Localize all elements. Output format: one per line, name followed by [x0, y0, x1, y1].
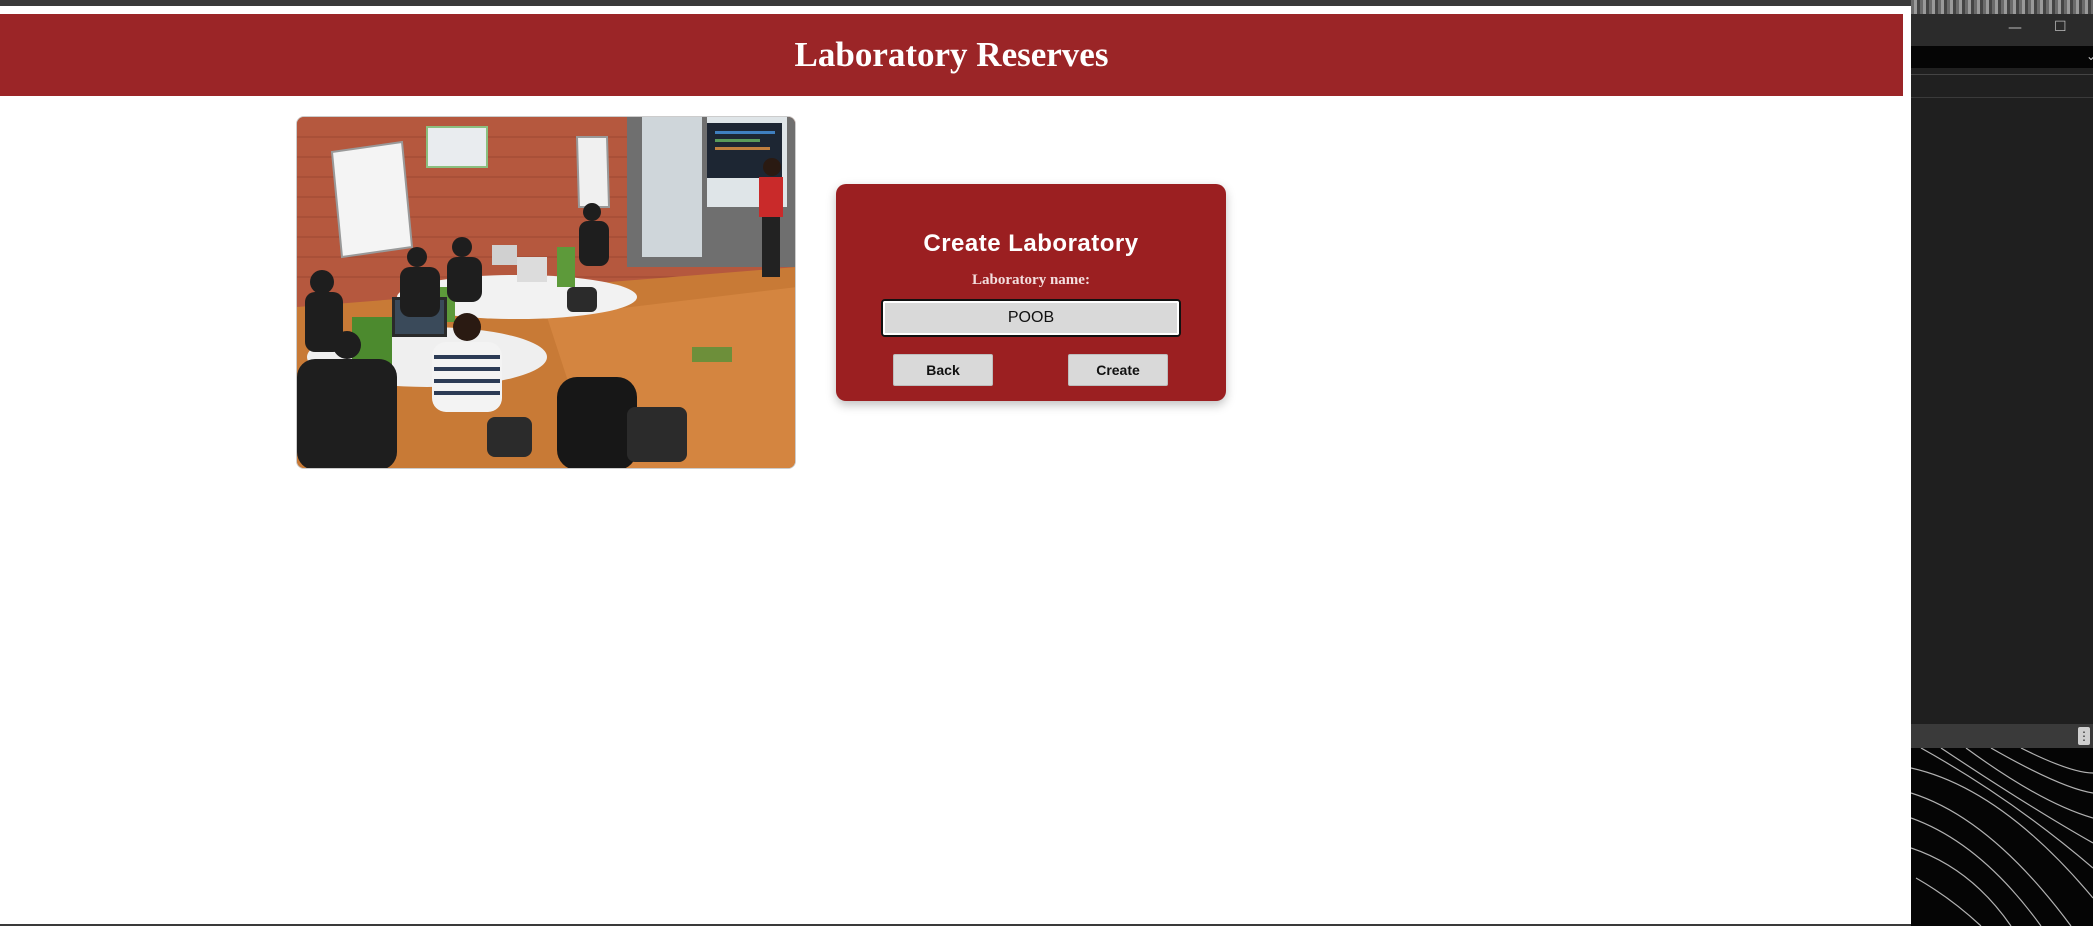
desktop-wallpaper — [1911, 748, 2093, 926]
classroom-photo — [296, 116, 796, 469]
form-title: Create Laboratory — [923, 230, 1139, 257]
site-header: Laboratory Reserves — [0, 14, 1903, 96]
back-button[interactable]: Back — [893, 354, 993, 386]
more-options-icon[interactable]: ⋮ — [2078, 727, 2090, 745]
background-window-titlebar: — ☐ — [1911, 14, 2093, 46]
create-button[interactable]: Create — [1068, 354, 1168, 386]
background-window-toolbar: ⌄ — [1911, 46, 2093, 68]
chevron-down-icon[interactable]: ⌄ — [2086, 49, 2093, 63]
wallpaper-swirl — [1911, 748, 2093, 926]
background-window-statusbar: ⋮ — [1911, 724, 2093, 748]
laboratory-name-input[interactable] — [881, 299, 1181, 337]
background-window-divider — [1911, 74, 2093, 98]
background-window-strip — [1911, 0, 2093, 14]
maximize-icon[interactable]: ☐ — [2054, 19, 2067, 35]
create-laboratory-card: Create Laboratory Laboratory name: Back … — [836, 184, 1226, 401]
background-window: — ☐ ⌄ ⋮ — [1911, 0, 2093, 926]
background-window-panel — [1911, 98, 2093, 724]
minimize-icon[interactable]: — — [2008, 20, 2022, 36]
web-page: Laboratory Reserves Create Laboratory La… — [0, 6, 1911, 926]
classroom-photo-illustration — [297, 117, 795, 468]
page-title: Laboratory Reserves — [794, 35, 1109, 74]
laboratory-name-label: Laboratory name: — [972, 272, 1090, 288]
